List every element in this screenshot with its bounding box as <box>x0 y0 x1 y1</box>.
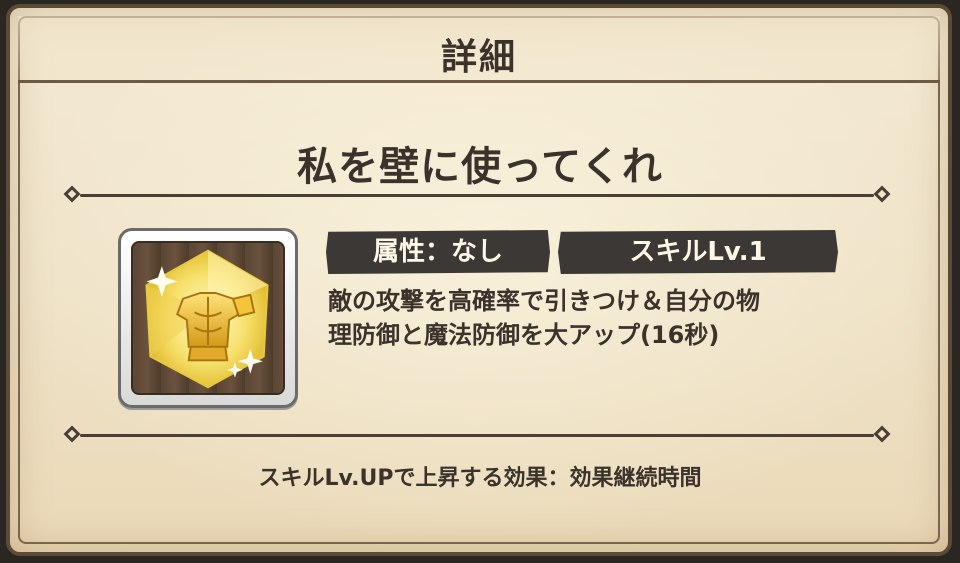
divider-diamond-icon <box>873 425 891 443</box>
panel-title: 詳細 <box>440 37 517 78</box>
divider-diamond-icon <box>63 185 81 203</box>
bottom-divider <box>63 425 891 444</box>
skill-description: 敵の攻撃を高確率で引きつけ＆自分の物 理防御と魔法防御を大アップ(16秒) <box>328 284 828 352</box>
skill-icon-background <box>131 241 285 395</box>
skill-icon-frame <box>118 228 298 408</box>
divider-diamond-icon <box>63 425 81 443</box>
skill-level-tag: スキルLv.1 <box>558 230 838 274</box>
attribute-tag: 属性：なし <box>326 230 550 274</box>
level-up-effect-text: スキルLv.UPで上昇する効果：効果継続時間 <box>258 466 702 491</box>
top-divider <box>63 185 891 204</box>
golden-armor-crystal-icon <box>145 249 269 389</box>
panel-header: 詳細 <box>18 16 940 83</box>
description-line: 理防御と魔法防御を大アップ(16秒) <box>328 321 720 349</box>
divider-diamond-icon <box>873 185 891 203</box>
skill-name: 私を壁に使ってくれ <box>297 144 663 190</box>
description-line: 敵の攻撃を高確率で引きつけ＆自分の物 <box>328 287 760 315</box>
